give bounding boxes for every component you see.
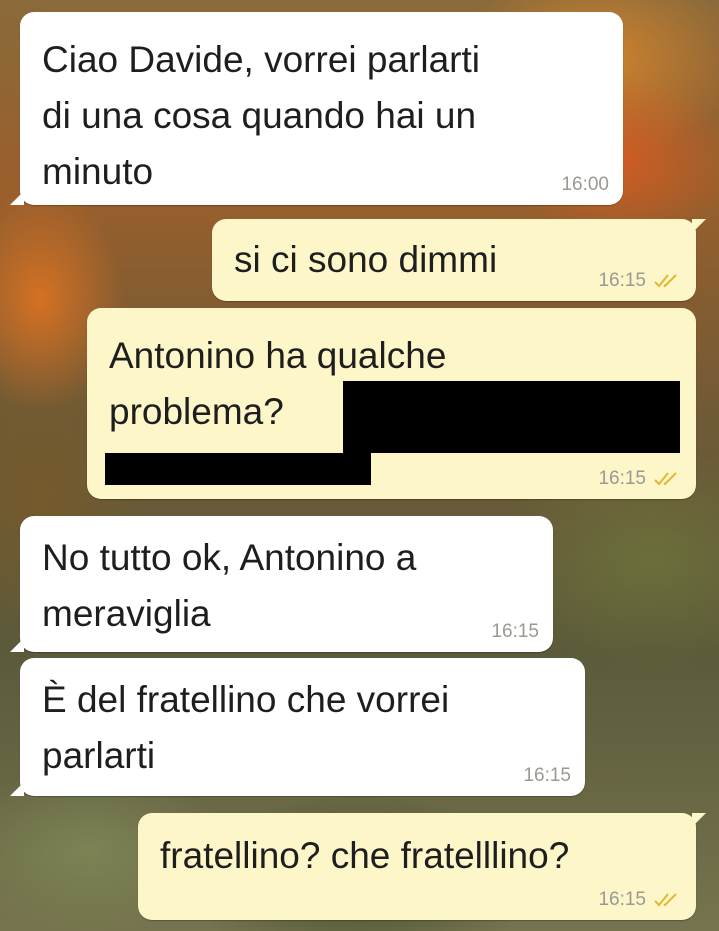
message-time: 16:15: [491, 621, 539, 642]
message-incoming[interactable]: No tutto ok, Antonino a meraviglia 16:15: [10, 516, 553, 652]
message-time: 16:15: [598, 889, 646, 910]
message-incoming[interactable]: Ciao Davide, vorrei parlarti di una cosa…: [10, 12, 623, 205]
chat-screen: { "messages": [ {"direction": "incoming"…: [0, 0, 719, 931]
double-check-icon: [654, 472, 677, 486]
message-time: 16:00: [561, 174, 609, 195]
message-outgoing[interactable]: fratellino? che fratelllino? 16:15: [138, 813, 706, 920]
message-text: fratellino? che fratelllino?: [160, 835, 570, 876]
message-text: No tutto ok, Antonino a meraviglia: [42, 537, 417, 634]
message-time: 16:15: [523, 765, 571, 786]
double-check-icon: [654, 893, 677, 907]
message-time: 16:15: [598, 468, 646, 489]
message-text: Ciao Davide, vorrei parlarti di una cosa…: [42, 39, 481, 192]
message-time: 16:15: [598, 270, 646, 291]
message-text: È del fratellino che vorrei parlarti: [42, 679, 450, 776]
redaction-block: [343, 381, 680, 453]
message-outgoing[interactable]: si ci sono dimmi 16:15: [212, 219, 706, 301]
message-incoming[interactable]: È del fratellino che vorrei parlarti 16:…: [10, 658, 585, 796]
message-text: si ci sono dimmi: [234, 239, 498, 280]
message-outgoing[interactable]: Antonino ha qualche problema? 16:15: [87, 308, 696, 499]
redaction-block: [105, 453, 371, 485]
double-check-icon: [654, 274, 677, 288]
